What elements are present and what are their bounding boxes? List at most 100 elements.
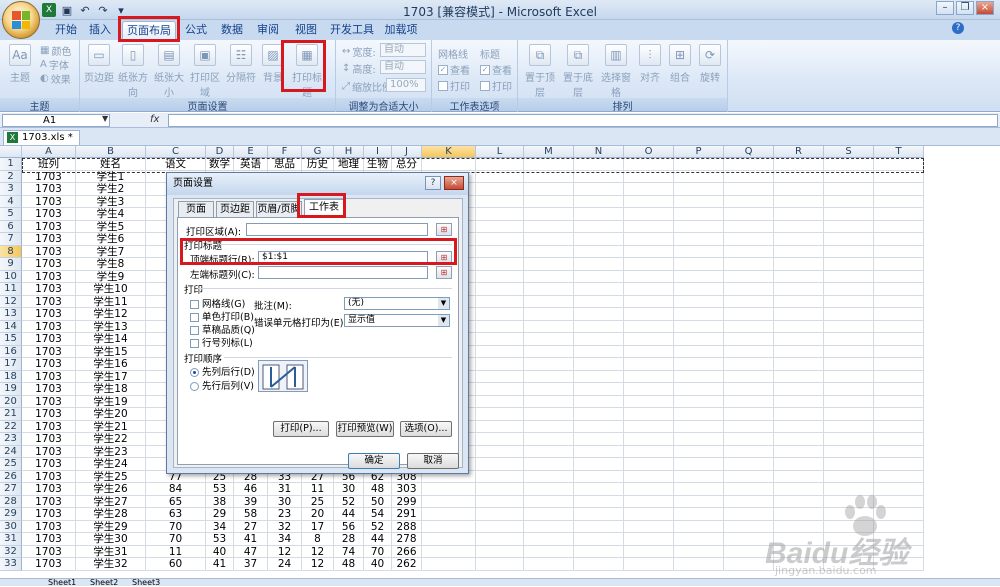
cell[interactable]: 学生12 [76, 308, 146, 321]
cell[interactable] [624, 245, 674, 258]
cell[interactable]: 学生25 [76, 470, 146, 483]
cell[interactable]: 34 [268, 533, 302, 546]
cell[interactable]: 299 [392, 495, 422, 508]
row-header[interactable]: 26 [0, 470, 22, 483]
height-select[interactable]: 自动 [380, 60, 426, 74]
cell[interactable] [724, 183, 774, 196]
cell[interactable]: 46 [234, 483, 268, 496]
cell[interactable] [624, 333, 674, 346]
cell[interactable] [524, 558, 574, 571]
cell[interactable] [476, 383, 524, 396]
cell[interactable] [524, 470, 574, 483]
cell[interactable] [724, 395, 774, 408]
cell[interactable] [674, 295, 724, 308]
cell[interactable] [422, 545, 476, 558]
cell[interactable] [874, 470, 924, 483]
cell[interactable] [476, 320, 524, 333]
cell[interactable]: 1703 [22, 170, 76, 183]
cell[interactable] [624, 495, 674, 508]
cell[interactable]: 学生20 [76, 408, 146, 421]
gridlines-print-checkbox[interactable]: 打印 [438, 78, 470, 93]
cell[interactable] [824, 295, 874, 308]
cell[interactable]: 41 [234, 533, 268, 546]
cell[interactable] [524, 483, 574, 496]
cell[interactable] [674, 458, 724, 471]
cell[interactable] [574, 333, 624, 346]
cell[interactable] [574, 520, 624, 533]
row-col-headings-checkbox[interactable]: 行号列标(L) [190, 335, 253, 349]
cell[interactable] [524, 420, 574, 433]
cell[interactable]: 25 [302, 495, 334, 508]
cell[interactable] [724, 295, 774, 308]
column-header-R[interactable]: R [774, 146, 824, 158]
row-header[interactable]: 8 [0, 245, 22, 258]
cell[interactable] [874, 158, 924, 171]
cell[interactable] [874, 283, 924, 296]
align-button[interactable]: ⫶ 对齐 [636, 44, 664, 90]
cell[interactable] [824, 233, 874, 246]
cell[interactable]: 1703 [22, 483, 76, 496]
cell[interactable] [476, 470, 524, 483]
cell[interactable] [624, 233, 674, 246]
cell[interactable] [624, 433, 674, 446]
cell[interactable] [874, 270, 924, 283]
cell[interactable] [476, 458, 524, 471]
cell[interactable] [774, 183, 824, 196]
column-header-C[interactable]: C [146, 146, 206, 158]
tab-view[interactable]: 视图 [292, 21, 320, 40]
cell[interactable] [524, 183, 574, 196]
cell[interactable]: 1703 [22, 395, 76, 408]
cell[interactable]: 1703 [22, 458, 76, 471]
cell[interactable]: 1703 [22, 558, 76, 571]
cell[interactable] [824, 420, 874, 433]
row-header[interactable]: 29 [0, 508, 22, 521]
cell[interactable] [524, 433, 574, 446]
cell[interactable]: 40 [364, 558, 392, 571]
row-header[interactable]: 1 [0, 158, 22, 171]
cell[interactable] [674, 195, 724, 208]
cell[interactable] [874, 408, 924, 421]
cell[interactable] [674, 545, 724, 558]
cell[interactable] [724, 345, 774, 358]
print-preview-button[interactable]: 打印预览(W) [336, 421, 394, 437]
column-header-I[interactable]: I [364, 146, 392, 158]
cell[interactable]: 70 [364, 545, 392, 558]
tab-data[interactable]: 数据 [218, 21, 246, 40]
cell[interactable] [874, 433, 924, 446]
cell[interactable] [674, 495, 724, 508]
row-header[interactable]: 18 [0, 370, 22, 383]
themes-button[interactable]: Aa 主题 [4, 44, 36, 90]
cell[interactable]: 学生24 [76, 458, 146, 471]
cell[interactable] [774, 295, 824, 308]
cell[interactable]: 12 [268, 545, 302, 558]
cell[interactable]: 70 [146, 520, 206, 533]
cell[interactable] [774, 320, 824, 333]
cell[interactable] [824, 458, 874, 471]
cell[interactable] [874, 208, 924, 221]
cell[interactable] [574, 508, 624, 521]
cell[interactable] [724, 283, 774, 296]
cell[interactable] [674, 533, 724, 546]
cell[interactable] [674, 183, 724, 196]
cell[interactable] [774, 158, 824, 171]
tab-addins[interactable]: 加载项 [384, 21, 418, 40]
column-header-G[interactable]: G [302, 146, 334, 158]
cell[interactable] [774, 333, 824, 346]
cell[interactable]: 1703 [22, 345, 76, 358]
cell[interactable] [422, 558, 476, 571]
cell[interactable] [774, 258, 824, 271]
cell[interactable] [574, 345, 624, 358]
office-button[interactable] [2, 1, 40, 39]
cell[interactable] [674, 445, 724, 458]
cell[interactable] [774, 270, 824, 283]
cell[interactable] [524, 370, 574, 383]
row-header[interactable]: 19 [0, 383, 22, 396]
dialog-tab-margins[interactable]: 页边距 [216, 201, 254, 217]
cell[interactable] [624, 458, 674, 471]
cell[interactable] [824, 195, 874, 208]
cell[interactable]: 1703 [22, 270, 76, 283]
cell[interactable]: 65 [146, 495, 206, 508]
cell[interactable] [624, 395, 674, 408]
cell[interactable] [774, 358, 824, 371]
cell[interactable] [674, 333, 724, 346]
